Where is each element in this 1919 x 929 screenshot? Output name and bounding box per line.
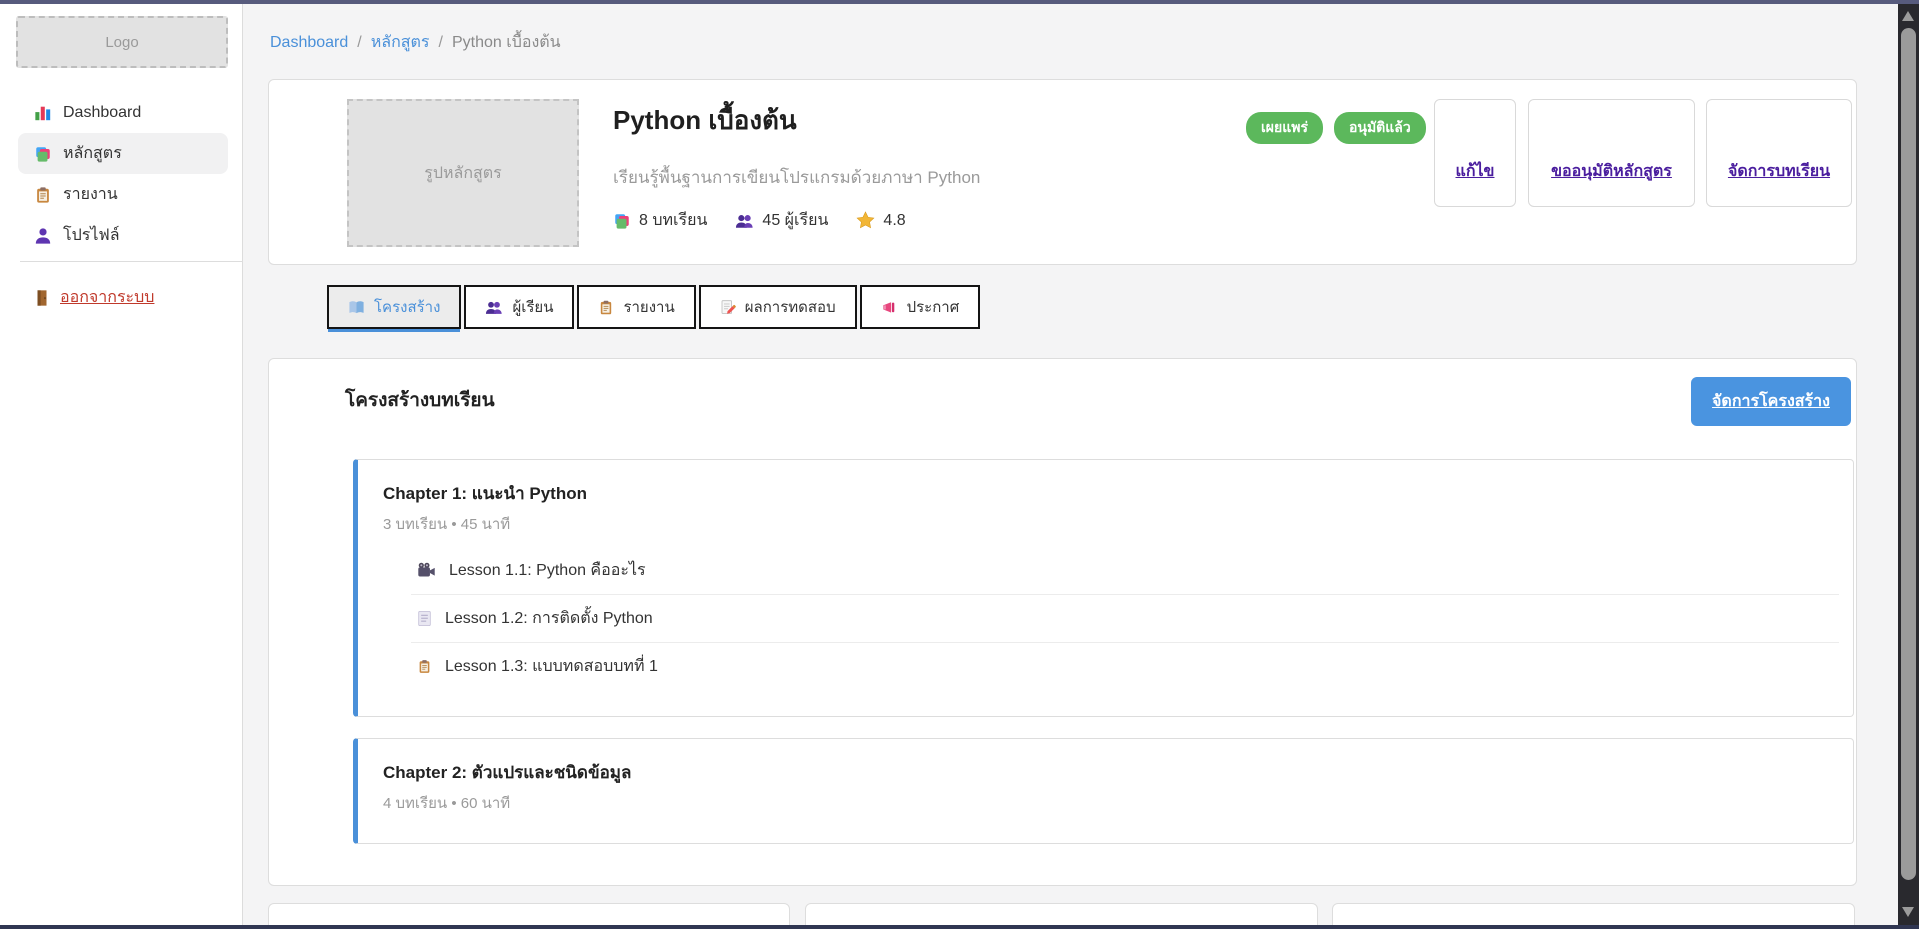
sidebar-item-profile[interactable]: โปรไฟล์ <box>18 215 228 256</box>
tab-test-results[interactable]: ผลการทดสอบ <box>699 285 857 329</box>
course-stats: 8 บทเรียน 45 ผู้เรียน 4.8 <box>613 208 906 233</box>
stat-lessons: 8 บทเรียน <box>613 208 707 233</box>
people-icon <box>485 299 503 316</box>
lesson-row-1-2[interactable]: Lesson 1.2: การติดตั้ง Python <box>411 594 1839 642</box>
edit-course-label: แก้ไข <box>1456 159 1495 184</box>
partial-card-1 <box>268 903 790 925</box>
tab-label: ผลการทดสอบ <box>745 295 836 319</box>
tab-label: ประกาศ <box>907 295 960 319</box>
manage-structure-button[interactable]: จัดการโครงสร้าง <box>1691 377 1851 426</box>
lesson-row-1-1[interactable]: Lesson 1.1: Python คืออะไร <box>411 546 1839 594</box>
chapter-title: Chapter 1: แนะนำ Python <box>383 480 587 507</box>
breadcrumb-courses-link[interactable]: หลักสูตร <box>371 30 430 55</box>
logout-link[interactable]: ออกจากระบบ <box>34 285 154 310</box>
stat-lessons-label: 8 บทเรียน <box>639 208 707 233</box>
lesson-title: Lesson 1.1: Python คืออะไร <box>449 558 646 583</box>
logo-placeholder: Logo <box>16 16 228 68</box>
stat-rating: 4.8 <box>856 211 905 230</box>
manage-lessons-button[interactable]: จัดการบทเรียน <box>1706 99 1852 207</box>
sidebar-divider <box>20 261 243 262</box>
sidebar-item-courses[interactable]: หลักสูตร <box>18 133 228 174</box>
course-status-badges: เผยแพร่ อนุมัติแล้ว <box>1246 112 1426 144</box>
request-approval-button[interactable]: ขออนุมัติหลักสูตร <box>1528 99 1695 207</box>
vertical-scrollbar[interactable] <box>1898 4 1919 925</box>
document-icon <box>417 610 432 627</box>
open-book-icon <box>348 300 365 315</box>
lesson-list: Lesson 1.1: Python คืออะไร Lesson 1.2: ก… <box>411 546 1839 690</box>
tab-label: ผู้เรียน <box>512 295 553 319</box>
scroll-down-arrow-icon[interactable] <box>1902 907 1914 917</box>
sidebar-item-label: โปรไฟล์ <box>63 223 120 248</box>
breadcrumb-separator: / <box>357 34 361 52</box>
window-top-strip <box>0 0 1919 4</box>
course-tabs: โครงสร้าง ผู้เรียน รายงาน ผลการทดสอบ <box>327 285 983 329</box>
chapter-card-1: Chapter 1: แนะนำ Python 3 บทเรียน • 45 น… <box>353 459 1854 717</box>
app-screen: Logo Dashboard หลักสูตร รายงาน <box>0 0 1919 929</box>
course-image-label: รูปหลักสูตร <box>424 161 502 186</box>
course-title: Python เบื้องต้น <box>613 100 797 141</box>
partial-card-2 <box>805 903 1318 925</box>
lesson-title: Lesson 1.2: การติดตั้ง Python <box>445 606 653 631</box>
course-header-card: รูปหลักสูตร Python เบื้องต้น เรียนรู้พื้… <box>268 79 1857 265</box>
partial-card-3 <box>1332 903 1855 925</box>
logo-label: Logo <box>105 34 138 51</box>
sidebar-item-reports[interactable]: รายงาน <box>18 174 228 215</box>
door-icon <box>34 289 50 307</box>
clipboard-icon <box>34 186 52 204</box>
person-icon <box>34 227 52 245</box>
bar-chart-icon <box>34 104 52 122</box>
breadcrumb-current: Python เบื้องต้น <box>452 30 561 55</box>
quiz-clipboard-icon <box>417 658 432 675</box>
sidebar-item-label: รายงาน <box>63 182 118 207</box>
lesson-title: Lesson 1.3: แบบทดสอบบทที่ 1 <box>445 654 658 679</box>
main-content: Dashboard / หลักสูตร / Python เบื้องต้น … <box>243 4 1898 925</box>
manage-lessons-label: จัดการบทเรียน <box>1728 159 1830 184</box>
chapter-title: Chapter 2: ตัวแปรและชนิดข้อมูล <box>383 759 631 786</box>
chapter-card-2: Chapter 2: ตัวแปรและชนิดข้อมูล 4 บทเรียน… <box>353 738 1854 844</box>
lesson-row-1-3[interactable]: Lesson 1.3: แบบทดสอบบทที่ 1 <box>411 642 1839 690</box>
tab-label: โครงสร้าง <box>374 295 440 319</box>
tab-students[interactable]: ผู้เรียน <box>464 285 574 329</box>
megaphone-icon <box>881 299 898 315</box>
sidebar-item-dashboard[interactable]: Dashboard <box>18 92 228 133</box>
breadcrumb: Dashboard / หลักสูตร / Python เบื้องต้น <box>270 30 561 55</box>
sidebar-item-label: หลักสูตร <box>63 141 122 166</box>
chapter-meta: 3 บทเรียน • 45 นาที <box>383 512 510 536</box>
scrollbar-thumb[interactable] <box>1901 28 1916 880</box>
scroll-up-arrow-icon[interactable] <box>1902 11 1914 21</box>
status-badge-approved: อนุมัติแล้ว <box>1334 112 1426 144</box>
window-bottom-strip <box>0 925 1919 929</box>
memo-pencil-icon <box>720 299 736 316</box>
clipboard-icon <box>598 299 614 316</box>
edit-course-button[interactable]: แก้ไข <box>1434 99 1516 207</box>
tab-structure[interactable]: โครงสร้าง <box>327 285 461 329</box>
sidebar-item-label: Dashboard <box>63 104 141 122</box>
breadcrumb-separator: / <box>439 34 443 52</box>
stat-rating-value: 4.8 <box>883 212 905 230</box>
star-icon <box>856 211 875 230</box>
stat-students-label: 45 ผู้เรียน <box>762 208 828 233</box>
sidebar-nav: Dashboard หลักสูตร รายงาน โปรไฟล์ <box>0 92 243 256</box>
logout-label: ออกจากระบบ <box>60 285 154 310</box>
breadcrumb-dashboard-link[interactable]: Dashboard <box>270 34 348 52</box>
course-description: เรียนรู้พื้นฐานการเขียนโปรแกรมด้วยภาษา P… <box>613 164 980 191</box>
books-icon <box>613 212 631 230</box>
course-image-placeholder: รูปหลักสูตร <box>347 99 579 247</box>
sidebar: Logo Dashboard หลักสูตร รายงาน <box>0 4 243 925</box>
status-badge-published: เผยแพร่ <box>1246 112 1323 144</box>
tab-announcements[interactable]: ประกาศ <box>860 285 981 329</box>
stat-students: 45 ผู้เรียน <box>735 208 828 233</box>
video-icon <box>417 562 436 578</box>
structure-heading: โครงสร้างบทเรียน <box>345 385 495 415</box>
structure-panel: โครงสร้างบทเรียน จัดการโครงสร้าง Chapter… <box>268 358 1857 886</box>
tab-label: รายงาน <box>623 295 674 319</box>
books-icon <box>34 145 52 163</box>
people-icon <box>735 212 754 230</box>
request-approval-label: ขออนุมัติหลักสูตร <box>1551 159 1672 184</box>
chapter-meta: 4 บทเรียน • 60 นาที <box>383 791 510 815</box>
tab-reports[interactable]: รายงาน <box>577 285 695 329</box>
